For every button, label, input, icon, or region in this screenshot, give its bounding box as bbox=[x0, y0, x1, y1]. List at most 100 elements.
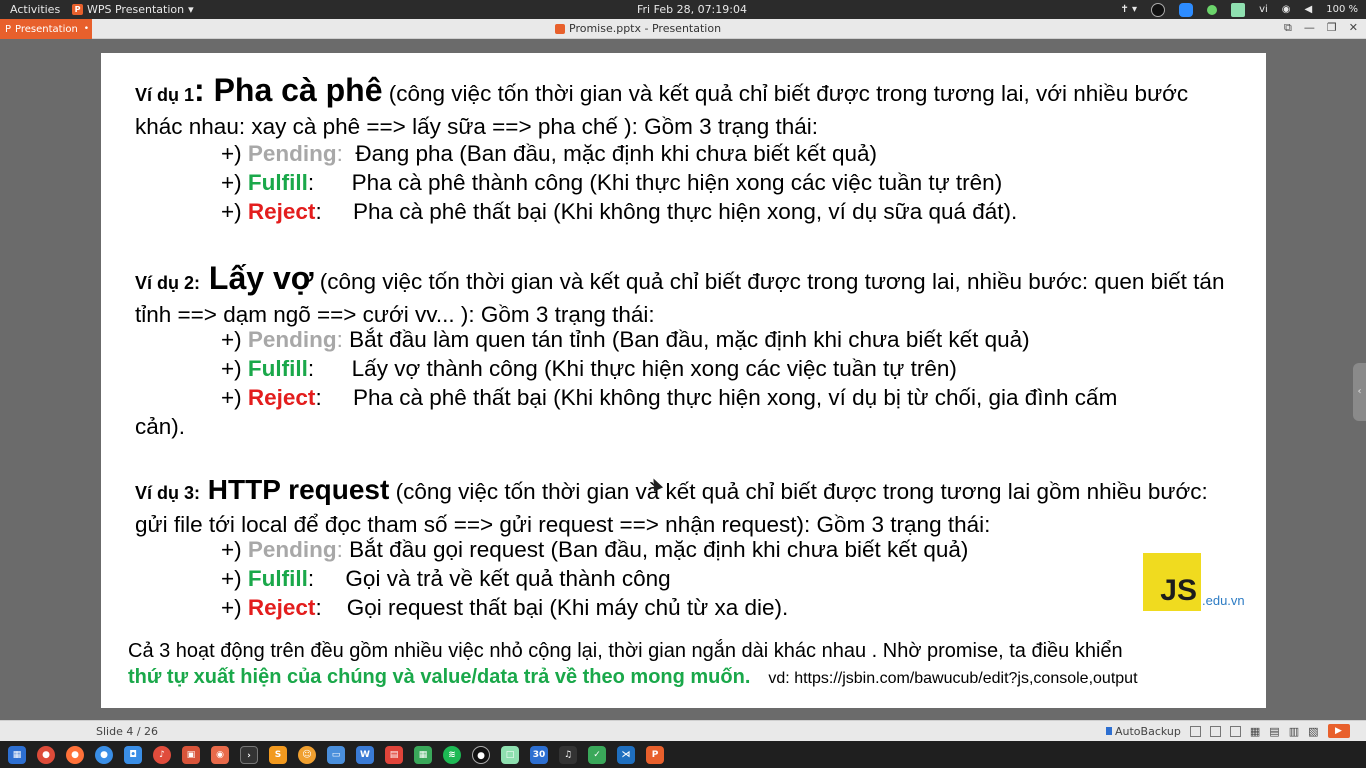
slide[interactable]: Ví dụ 1: Pha cà phê (công việc tốn thời … bbox=[101, 53, 1266, 708]
bullet-prefix: +) bbox=[221, 199, 248, 224]
example-2-pending-text: Bắt đầu làm quen tán tỉnh (Ban đầu, mặc … bbox=[342, 327, 1030, 352]
play-slideshow-button[interactable]: ▶ bbox=[1327, 724, 1350, 738]
autobackup-icon bbox=[1106, 727, 1112, 735]
terminal-icon[interactable]: › bbox=[240, 745, 258, 764]
dock: ▦ ● ● ● ◘ ♪ ▣ ◉ › S ☺ ▭ W ▤ ▦ ≋ ● □ 30 ♫… bbox=[0, 741, 1366, 768]
guitar-icon[interactable]: ♫ bbox=[559, 745, 577, 764]
obs-icon[interactable] bbox=[1151, 2, 1166, 17]
notes-icon[interactable] bbox=[1209, 725, 1221, 737]
document-title-text: Promise.pptx - Presentation bbox=[569, 22, 722, 35]
outline-view-icon[interactable]: ▧ bbox=[1308, 725, 1318, 738]
media-player-icon[interactable]: ☺ bbox=[298, 745, 316, 764]
firefox-icon[interactable]: ● bbox=[66, 745, 84, 764]
app-tab-label: Presentation bbox=[15, 23, 78, 35]
sublime-text-icon[interactable]: S bbox=[269, 745, 287, 764]
example-3-fulfill-text: Gọi và trả về kết quả thành công bbox=[339, 566, 671, 591]
state-fulfill: Fulfill bbox=[247, 356, 308, 381]
slide-canvas: Ví dụ 1: Pha cà phê (công việc tốn thời … bbox=[0, 40, 1366, 720]
apps-menu-icon[interactable]: ▦ bbox=[8, 745, 26, 764]
pdf-reader-icon[interactable]: ▤ bbox=[385, 745, 403, 764]
calendar-icon[interactable]: 30 bbox=[530, 745, 548, 764]
thunderbird-icon[interactable]: ● bbox=[95, 745, 113, 764]
normal-view-icon[interactable]: ▦ bbox=[1250, 725, 1260, 738]
autobackup-button[interactable]: AutoBackup bbox=[1106, 725, 1181, 738]
screenshot-icon[interactable]: ◘ bbox=[124, 745, 142, 764]
notes-app-icon[interactable]: □ bbox=[501, 745, 519, 764]
state-pending: Pending bbox=[247, 537, 337, 562]
prev-page-icon[interactable] bbox=[1189, 725, 1201, 737]
bullet-prefix: +) bbox=[221, 327, 248, 352]
state-colon: : bbox=[336, 141, 343, 166]
state-reject: Reject bbox=[247, 199, 316, 224]
next-page-icon[interactable] bbox=[1229, 725, 1241, 737]
wps-presentation-taskbar-icon[interactable]: P bbox=[646, 745, 664, 764]
chrome-icon[interactable]: ● bbox=[37, 745, 55, 764]
state-reject: Reject bbox=[247, 595, 316, 620]
example-1-fulfill-text: Pha cà phê thành công (Khi thực hiện xon… bbox=[345, 170, 1003, 195]
wifi-icon[interactable]: ◉ bbox=[1282, 4, 1291, 15]
recorder-icon[interactable]: ◉ bbox=[211, 745, 229, 764]
example-3-fulfill: +) Fulfill: Gọi và trả về kết quả thành … bbox=[221, 564, 671, 593]
bullet-prefix: +) bbox=[221, 356, 248, 381]
example-3-pending: +) Pending: Bắt đầu gọi request (Ban đầu… bbox=[221, 535, 968, 564]
side-panel-handle[interactable]: ‹ bbox=[1353, 363, 1366, 421]
status-bar: Slide 4 / 26 AutoBackup ▦ ▤ ▥ ▧ ▶ bbox=[0, 720, 1366, 741]
status-dot-icon[interactable] bbox=[1207, 4, 1218, 15]
shield-icon[interactable]: ✓ bbox=[588, 745, 606, 764]
slide-number: Slide 4 / 26 bbox=[96, 725, 159, 738]
example-1-fulfill: +) Fulfill: Pha cà phê thành công (Khi t… bbox=[221, 168, 1002, 197]
state-colon: : bbox=[307, 356, 315, 381]
example-2-label: Ví dụ 2: bbox=[135, 273, 201, 293]
vscode-icon[interactable]: ⋊ bbox=[617, 745, 635, 764]
minimize-icon[interactable]: — bbox=[1304, 21, 1315, 35]
autobackup-label: AutoBackup bbox=[1115, 724, 1181, 738]
chevron-down-icon: ▾ bbox=[188, 3, 194, 16]
state-colon: : bbox=[315, 595, 322, 620]
music-icon[interactable]: ♪ bbox=[153, 745, 171, 764]
summary-highlight: thứ tự xuất hiện của chúng và value/data… bbox=[128, 666, 745, 688]
document-title: Promise.pptx - Presentation bbox=[555, 22, 721, 35]
tray-app-icon[interactable] bbox=[1231, 2, 1246, 17]
clock[interactable]: Fri Feb 28, 07:19:04 bbox=[637, 3, 747, 16]
spreadsheet-icon[interactable]: ▦ bbox=[414, 745, 432, 764]
example-1-pending: +) Pending: Đang pha (Ban đầu, mặc định … bbox=[221, 139, 877, 168]
archive-icon[interactable]: ▣ bbox=[182, 745, 200, 764]
state-colon: : bbox=[307, 170, 315, 195]
slide-sorter-icon[interactable]: ▤ bbox=[1269, 725, 1279, 738]
maximize-icon[interactable]: ❐ bbox=[1327, 21, 1337, 35]
example-3-title: HTTP request bbox=[200, 474, 390, 505]
bullet-prefix: +) bbox=[221, 141, 248, 166]
state-pending: Pending bbox=[247, 327, 337, 352]
jsbin-link[interactable]: vd: https://jsbin.com/bawucub/edit?js,co… bbox=[768, 670, 1137, 687]
close-window-icon[interactable]: ✕ bbox=[1349, 21, 1358, 35]
battery-indicator[interactable]: 100 % bbox=[1326, 4, 1358, 15]
state-pending: Pending bbox=[247, 141, 337, 166]
zoom-icon[interactable] bbox=[1179, 2, 1194, 17]
bullet-prefix: +) bbox=[221, 566, 248, 591]
example-1-title: Pha cà phê bbox=[204, 72, 383, 108]
window-controls: ⧉ — ❐ ✕ bbox=[1284, 21, 1358, 35]
spotify-icon[interactable]: ≋ bbox=[443, 745, 461, 764]
example-1-reject-text: Pha cà phê thất bại (Khi không thực hiện… bbox=[346, 199, 1018, 224]
state-colon: : bbox=[315, 199, 322, 224]
summary-paragraph: Cả 3 hoạt động trên đều gồm nhiều việc n… bbox=[128, 638, 1248, 692]
example-3-label: Ví dụ 3: bbox=[135, 483, 201, 503]
language-indicator[interactable]: vi bbox=[1259, 4, 1268, 15]
app-menu[interactable]: P WPS Presentation ▾ bbox=[72, 3, 194, 16]
example-3-pending-text: Bắt đầu gọi request (Ban đầu, mặc định k… bbox=[342, 537, 969, 562]
example-1-colon: : bbox=[194, 72, 205, 108]
app-tab[interactable]: P Presentation • bbox=[0, 19, 92, 39]
close-icon[interactable]: • bbox=[84, 24, 89, 34]
activities-button[interactable]: Activities bbox=[10, 3, 60, 16]
state-fulfill: Fulfill bbox=[247, 566, 308, 591]
wps-presentation-icon: P bbox=[72, 4, 83, 15]
example-1-label: Ví dụ 1 bbox=[135, 85, 195, 105]
reading-view-icon[interactable]: ▥ bbox=[1289, 725, 1299, 738]
wps-writer-icon[interactable]: W bbox=[356, 745, 374, 764]
restore-layout-icon[interactable]: ⧉ bbox=[1284, 21, 1292, 35]
obs-studio-icon[interactable]: ● bbox=[472, 745, 490, 764]
files-icon[interactable]: ▭ bbox=[327, 745, 345, 764]
system-tray[interactable]: ✝ ▾ vi ◉ ◀ 100 % bbox=[1121, 1, 1358, 18]
volume-icon[interactable]: ◀ bbox=[1305, 4, 1313, 15]
accessibility-icon[interactable]: ✝ ▾ bbox=[1121, 4, 1138, 15]
